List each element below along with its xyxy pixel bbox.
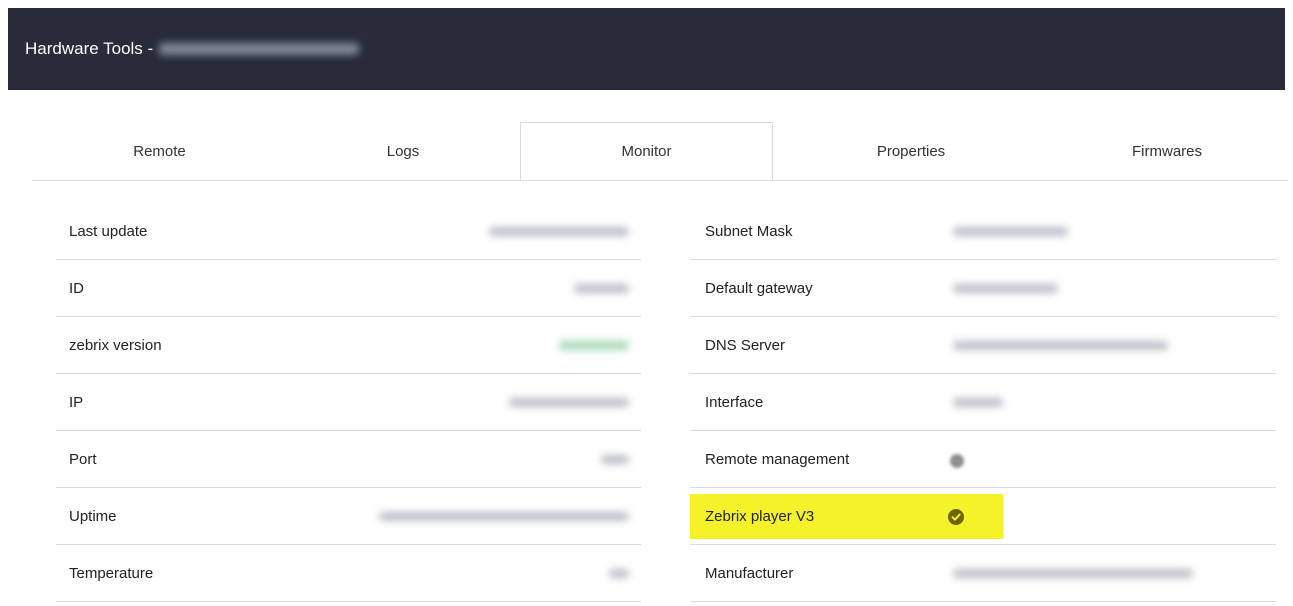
check-circle-icon: [948, 509, 964, 525]
row-temperature: Temperature: [56, 545, 641, 602]
row-zebrix-version: zebrix version: [56, 317, 641, 374]
row-last-update: Last update: [56, 203, 641, 260]
app-title-text: Hardware Tools -: [25, 39, 154, 58]
redacted-value: [489, 226, 629, 236]
row-subnet-mask: Subnet Mask: [690, 203, 1276, 260]
redacted-value: [509, 397, 629, 407]
row-ip: IP: [56, 374, 641, 431]
redacted-value: [559, 340, 629, 350]
redacted-value: [379, 511, 629, 521]
status-dot-icon: [950, 454, 964, 468]
row-remote-management: Remote management: [690, 431, 1276, 488]
row-uptime: Uptime: [56, 488, 641, 545]
tab-bar: Remote Logs Monitor Properties Firmwares: [32, 122, 1288, 181]
tab-logs[interactable]: Logs: [287, 122, 519, 180]
redacted-value: [601, 454, 629, 464]
row-default-gateway: Default gateway: [690, 260, 1276, 317]
row-interface: Interface: [690, 374, 1276, 431]
redacted-value: [953, 397, 1003, 407]
redacted-value: [953, 568, 1193, 578]
redacted-value: [953, 226, 1068, 236]
row-id: ID: [56, 260, 641, 317]
row-dns-server: DNS Server: [690, 317, 1276, 374]
row-port: Port: [56, 431, 641, 488]
app-header: Hardware Tools -: [8, 8, 1285, 90]
app-title: Hardware Tools -: [25, 39, 360, 59]
redacted-value: [953, 340, 1168, 350]
tab-remote[interactable]: Remote: [32, 122, 287, 180]
redacted-device-name: [159, 43, 360, 55]
redacted-value: [574, 283, 629, 293]
tab-firmwares[interactable]: Firmwares: [1049, 122, 1285, 180]
tab-monitor[interactable]: Monitor: [520, 122, 773, 180]
redacted-value: [609, 568, 629, 578]
tab-properties[interactable]: Properties: [773, 122, 1049, 180]
zebrix-player-label: Zebrix player V3: [705, 508, 815, 525]
row-manufacturer: Manufacturer: [690, 545, 1276, 602]
redacted-value: [953, 283, 1058, 293]
